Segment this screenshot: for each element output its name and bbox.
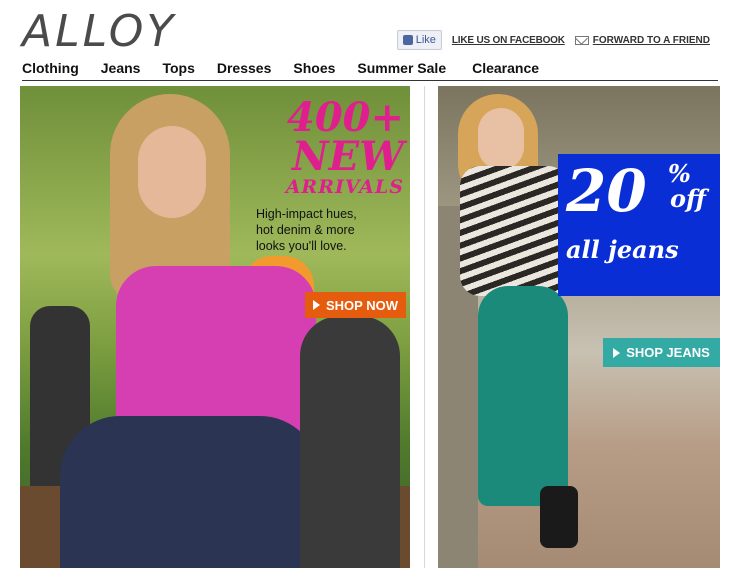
dark-jeans	[60, 416, 320, 568]
shop-jeans-label: SHOP JEANS	[626, 345, 710, 360]
thumbs-up-icon	[402, 35, 413, 45]
subtext-line-3: looks you'll love.	[256, 239, 347, 253]
nav-item-dresses[interactable]: Dresses	[217, 60, 272, 80]
teal-jeans	[478, 286, 568, 506]
discount-number: 20	[566, 157, 647, 225]
main-nav: Clothing Jeans Tops Dresses Shoes Summer…	[22, 60, 718, 81]
iron-post	[300, 316, 400, 568]
banner-divider	[424, 86, 425, 568]
play-arrow-icon	[613, 347, 621, 358]
forward-label: FORWARD TO A FRIEND	[592, 34, 710, 46]
off-label: off	[670, 184, 706, 213]
headline-new: NEW	[292, 133, 404, 180]
social-bar: Like LIKE US ON FACEBOOK FORWARD TO A FR…	[396, 30, 710, 50]
facebook-like-button[interactable]: Like	[396, 30, 442, 50]
arrivals-headline: 400+ NEW ARRIVALS	[285, 94, 404, 199]
nav-item-shoes[interactable]: Shoes	[293, 60, 335, 80]
black-boot	[540, 486, 578, 548]
striped-top	[460, 166, 568, 296]
shop-jeans-button[interactable]: SHOP JEANS	[603, 338, 720, 367]
jeans-sale-banner[interactable]: 20 % off all jeans SHOP JEANS	[438, 86, 720, 568]
play-arrow-icon	[313, 300, 320, 310]
nav-item-clearance[interactable]: Clearance	[472, 60, 539, 80]
arrivals-subtext: High-impact hues, hot denim & more looks…	[256, 206, 396, 254]
nav-item-jeans[interactable]: Jeans	[101, 60, 141, 80]
headline-arrivals: ARRIVALS	[285, 176, 404, 198]
nav-item-summer-sale[interactable]: Summer Sale	[357, 60, 446, 80]
shop-now-label: SHOP NOW	[326, 297, 398, 313]
new-arrivals-banner[interactable]: 400+ NEW ARRIVALS High-impact hues, hot …	[20, 86, 410, 568]
envelope-icon	[574, 35, 589, 45]
nav-item-tops[interactable]: Tops	[162, 60, 194, 80]
headline-count: 400+	[286, 94, 404, 141]
discount-box: 20 % off all jeans	[558, 154, 720, 296]
model-face	[478, 108, 524, 170]
model-face	[138, 126, 206, 218]
nav-item-clothing[interactable]: Clothing	[22, 60, 79, 80]
shop-now-button[interactable]: SHOP NOW	[305, 292, 406, 318]
like-label: Like	[415, 34, 436, 46]
brand-logo[interactable]: ALLOY	[22, 6, 176, 57]
forward-link[interactable]: FORWARD TO A FRIEND	[574, 34, 710, 46]
subtext-line-2: hot denim & more	[256, 223, 355, 237]
percent-sign: %	[668, 159, 691, 188]
subtext-line-1: High-impact hues,	[256, 207, 357, 221]
all-jeans-label: all jeans	[566, 235, 679, 264]
facebook-link[interactable]: LIKE US ON FACEBOOK	[452, 35, 565, 46]
